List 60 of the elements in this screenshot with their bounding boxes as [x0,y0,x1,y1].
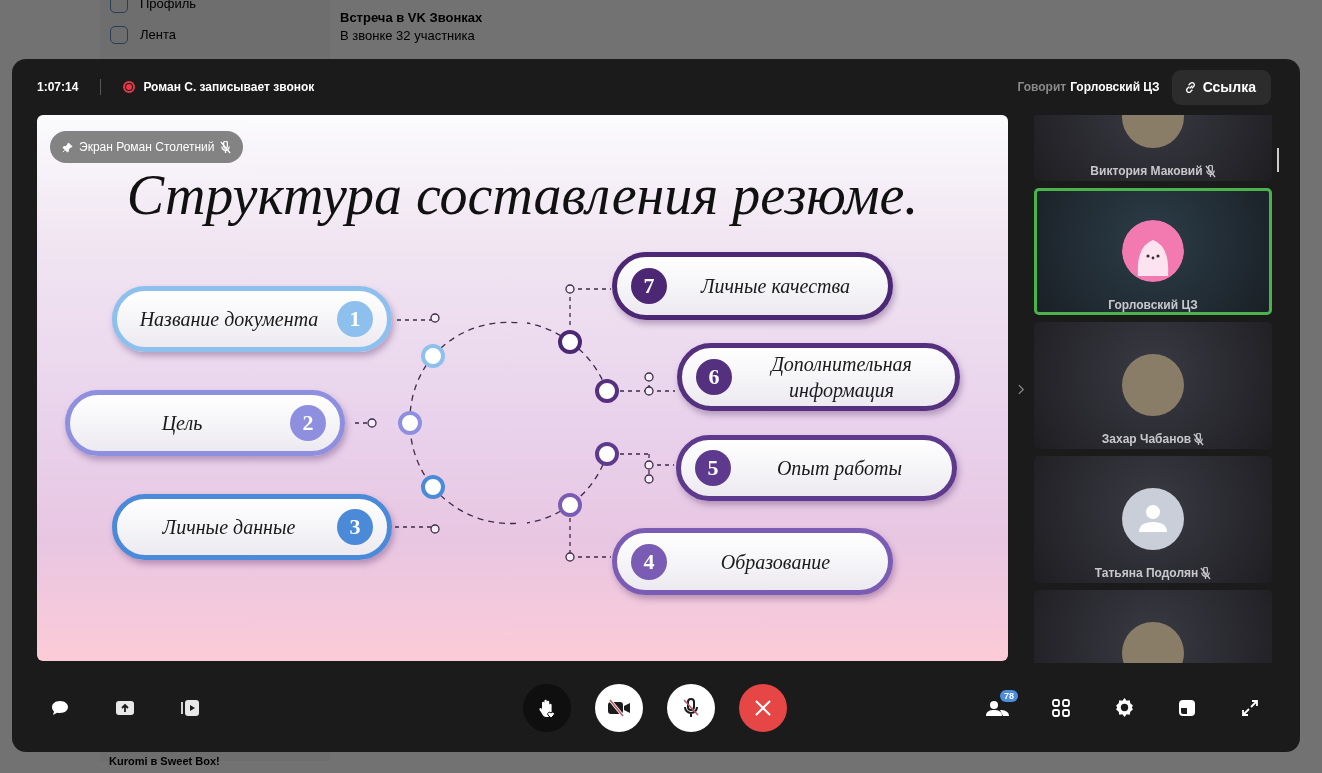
recording-status: Роман С. записывает звонок [143,80,315,94]
speaking-label: Говорит [1017,80,1067,94]
end-call-button[interactable] [739,683,787,732]
leader-line [396,313,440,323]
call-timer: 1:07:14 [37,80,79,94]
participant-name: Татьяна Подолян [1094,566,1199,580]
leader-line [619,372,676,396]
message-title: Kuromi в Sweet Box! [109,755,220,767]
participant-tile[interactable]: Горловский ЦЗ [1034,188,1272,315]
connector-node [595,379,619,403]
menu-item-icon [110,25,128,44]
raise-hand-button[interactable] [523,683,571,732]
menu-item-icon [110,0,128,13]
close-icon [754,698,772,717]
number-badge: 5 [695,450,731,486]
camera-off-button[interactable] [595,683,643,732]
speaker-name: Горловский ЦЗ [1070,80,1160,94]
chat-subtitle: В звонке 32 участника [340,28,476,43]
leader-line [565,517,612,562]
mic-off-icon [681,697,701,718]
node-label: Личные данные [161,515,297,540]
participant-tile[interactable]: Татьяна Подолян [1034,456,1272,583]
participants-count: 78 [1000,689,1018,702]
microphone-off-button[interactable] [667,683,715,732]
connector-node [398,411,422,435]
connector-node [595,442,619,466]
node-label: Название документа [138,307,320,332]
connector-node [558,330,582,354]
participant-name: Горловский ЦЗ [1108,298,1198,312]
node-label: Образование [719,549,832,575]
participant-name: Виктория Маковий [1090,164,1203,178]
participant-tile[interactable]: Виктория Маковий [1034,115,1272,181]
screen-share-name: Экран Роман Столетний [79,140,215,154]
node-label: Личные качества [699,274,851,299]
chevron-right-icon[interactable] [1017,383,1025,395]
leader-line [394,524,440,534]
number-badge: 1 [337,301,373,337]
leader-line [354,418,377,428]
camera-off-icon [607,698,631,717]
sidebar-item[interactable]: Лента [140,27,176,42]
people-icon [986,698,1010,717]
connector-node [558,493,582,517]
connector-node [421,475,445,499]
connector-node [421,344,445,368]
recording-icon [123,81,136,93]
node-label: Опыт работы [775,456,904,481]
number-badge: 3 [337,509,373,545]
participant-name: Захар Чабанов [1101,432,1192,446]
participant-tile[interactable]: Захар Чабанов [1034,322,1272,449]
number-badge: 7 [631,268,667,304]
number-badge: 4 [631,543,667,580]
node-label: Дополнительная информация [768,352,913,403]
pin-icon [62,141,73,153]
number-badge: 2 [290,405,326,441]
node-label: Цель [160,411,204,436]
link-icon [1183,80,1197,94]
leader-line [619,453,675,484]
chat-title: Встреча в VK Звонках [340,10,483,25]
link-button[interactable]: Ссылка [1171,69,1271,105]
number-badge: 6 [696,359,732,395]
